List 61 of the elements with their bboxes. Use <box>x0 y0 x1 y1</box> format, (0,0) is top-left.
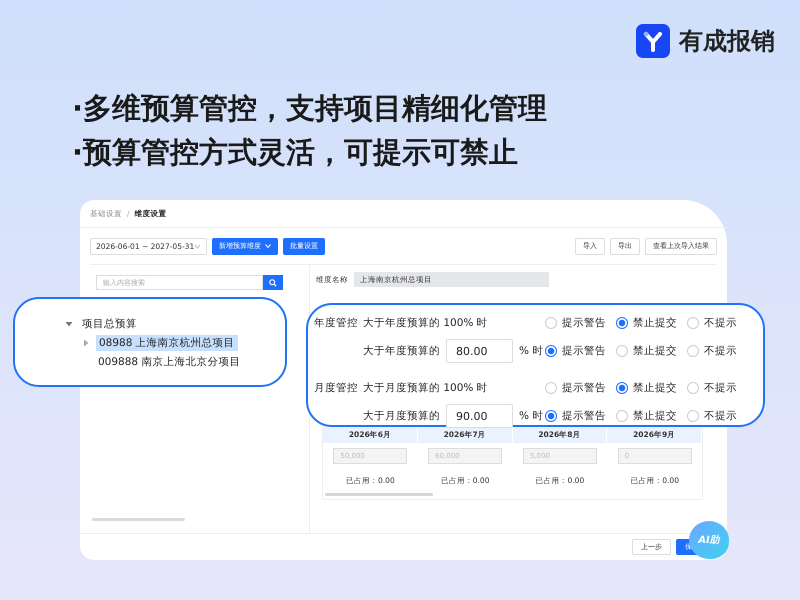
radio-option[interactable]: 禁止提交 <box>616 381 687 395</box>
rule-text: 大于年度预算的 <box>363 344 440 358</box>
radio-label: 提示警告 <box>562 381 606 395</box>
search-icon <box>269 278 277 286</box>
caret-icon[interactable] <box>65 320 73 328</box>
radio-label: 不提示 <box>704 381 737 395</box>
radio-option[interactable]: 禁止提交 <box>616 344 687 358</box>
radio-icon[interactable] <box>616 410 628 422</box>
radio-option[interactable]: 禁止提交 <box>616 409 687 423</box>
brand-name: 有成报销 <box>679 26 775 57</box>
radio-option[interactable]: 不提示 <box>687 381 758 395</box>
radio-icon[interactable] <box>687 345 699 357</box>
tree-item[interactable]: 009888 南京上海北京分项目 <box>95 354 244 370</box>
radio-label: 禁止提交 <box>633 381 677 395</box>
radio-icon[interactable] <box>545 345 557 357</box>
radio-icon[interactable] <box>687 317 699 329</box>
radio-icon[interactable] <box>687 382 699 394</box>
radio-label: 禁止提交 <box>633 344 677 358</box>
radio-label: 不提示 <box>704 344 737 358</box>
rule-suffix: % 时 <box>519 344 544 358</box>
radio-option[interactable]: 禁止提交 <box>616 316 687 330</box>
percent-field[interactable]: 80.00 <box>446 339 513 363</box>
radio-option[interactable]: 提示警告 <box>545 409 616 423</box>
rule-text: 大于月度预算的 100% 时 <box>363 381 488 395</box>
radio-option[interactable]: 提示警告 <box>545 344 616 358</box>
tree-item[interactable]: 08988 上海南京杭州总项目 <box>96 334 238 350</box>
radio-option[interactable]: 不提示 <box>687 409 758 423</box>
radio-option[interactable]: 不提示 <box>687 344 758 358</box>
chevron-down-icon <box>265 244 271 248</box>
radio-label: 禁止提交 <box>633 409 677 423</box>
radio-option[interactable]: 提示警告 <box>545 316 616 330</box>
rule-text: 大于年度预算的 100% 时 <box>363 316 488 330</box>
logo-icon <box>636 24 670 58</box>
percent-field[interactable]: 90.00 <box>446 404 513 428</box>
radio-option[interactable]: 提示警告 <box>545 381 616 395</box>
radio-icon[interactable] <box>545 410 557 422</box>
scrollbar-thumb[interactable] <box>92 518 185 521</box>
radio-icon[interactable] <box>687 410 699 422</box>
scrollbar-thumb[interactable] <box>325 493 433 496</box>
rule-text: 大于月度预算的 <box>363 409 440 423</box>
radio-icon[interactable] <box>545 382 557 394</box>
search-button[interactable] <box>263 275 283 290</box>
radio-label: 不提示 <box>704 316 737 330</box>
chevron-down-icon <box>194 244 201 248</box>
radio-icon[interactable] <box>545 317 557 329</box>
radio-option[interactable]: 不提示 <box>687 316 758 330</box>
radio-icon[interactable] <box>616 382 628 394</box>
group-title: 年度管控 <box>314 316 359 330</box>
tree-item[interactable]: 项目总预算 <box>79 316 140 332</box>
radio-label: 提示警告 <box>562 409 606 423</box>
radio-label: 禁止提交 <box>633 316 677 330</box>
radio-label: 不提示 <box>704 409 737 423</box>
rule-suffix: % 时 <box>519 409 544 423</box>
group-title: 月度管控 <box>314 381 359 395</box>
radio-label: 提示警告 <box>562 344 606 358</box>
radio-icon[interactable] <box>616 345 628 357</box>
caret-icon[interactable] <box>82 338 90 346</box>
radio-label: 提示警告 <box>562 316 606 330</box>
headline: ·预算管控方式灵活，可提示可禁止 <box>72 134 520 170</box>
headline: ·多维预算管控，支持项目精细化管理 <box>72 90 548 126</box>
radio-icon[interactable] <box>616 317 628 329</box>
